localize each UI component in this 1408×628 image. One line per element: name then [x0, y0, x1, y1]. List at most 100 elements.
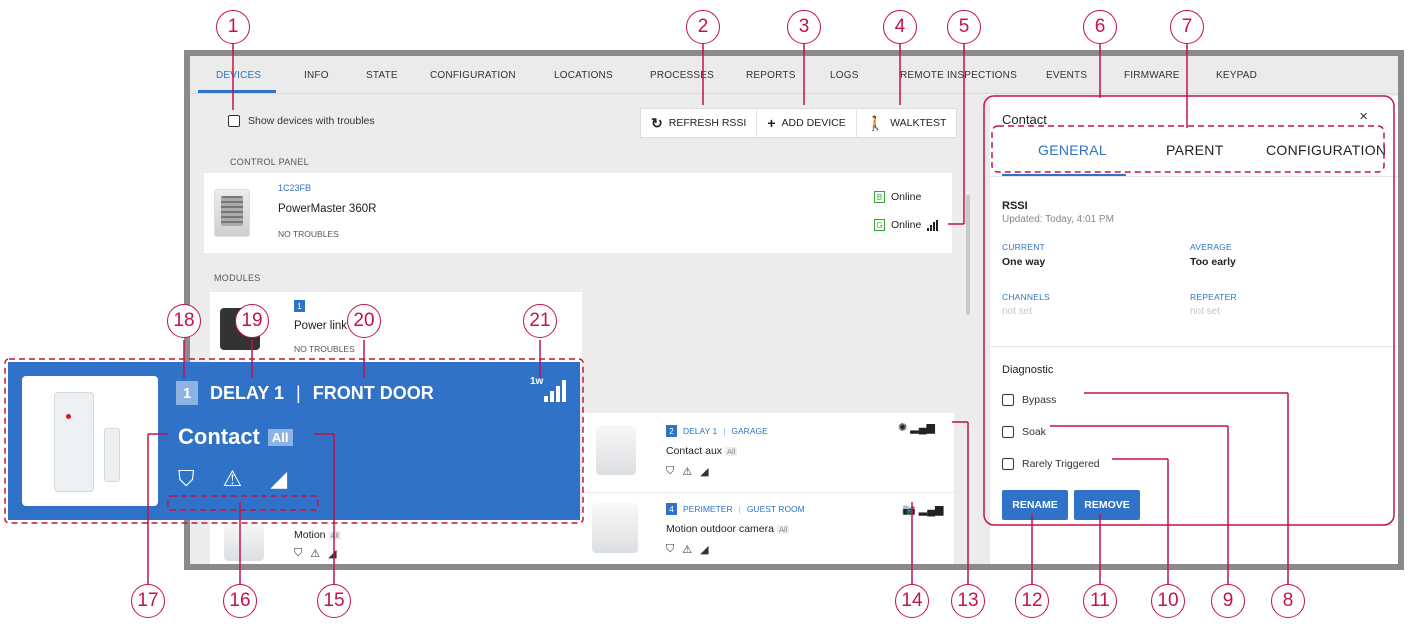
- current-label: CURRENT: [1002, 242, 1045, 252]
- panel-troubles: NO TROUBLES: [278, 229, 339, 239]
- control-panel-card[interactable]: 1C23FB PowerMaster 360R NO TROUBLES B On…: [204, 173, 952, 253]
- low-signal-icon: ◢: [328, 548, 337, 560]
- zone-zoom-callout: 1 DELAY 1 | FRONT DOOR Contact All ⛉ ⚠ ◢…: [8, 362, 580, 520]
- tab-locations[interactable]: LOCATIONS: [554, 70, 613, 81]
- tab-keypad[interactable]: KEYPAD: [1216, 70, 1257, 81]
- zone-card-motion-camera[interactable]: 4 PERIMETER | GUEST ROOM Motion outdoor c…: [582, 493, 954, 564]
- callout-20: 20: [347, 304, 381, 338]
- callout-17: 17: [131, 584, 165, 618]
- zone-status-icons: ⛉ ⚠ ◢: [666, 543, 709, 556]
- motion-camera-image: [592, 503, 638, 553]
- callout-19: 19: [235, 304, 269, 338]
- tab-events[interactable]: EVENTS: [1046, 70, 1087, 81]
- walktest-label: WALKTEST: [890, 117, 947, 129]
- zoom-zone-location: FRONT DOOR: [312, 382, 434, 403]
- callout-15: 15: [317, 584, 351, 618]
- module-name: Power link: [294, 320, 348, 332]
- current-value: One way: [1002, 256, 1046, 268]
- troubles-filter-label: Show devices with troubles: [248, 115, 375, 127]
- status-b-badge: B Online: [874, 191, 921, 203]
- warning-icon: ⚠: [682, 466, 693, 478]
- tab-firmware[interactable]: FIRMWARE: [1124, 70, 1180, 81]
- low-signal-icon: ◢: [700, 466, 709, 478]
- status-g-badge: G Online: [874, 219, 939, 231]
- module-troubles: NO TROUBLES: [294, 344, 355, 354]
- channels-value: not set: [1002, 306, 1033, 317]
- tab-parent[interactable]: PARENT: [1166, 142, 1224, 158]
- average-value: Too early: [1190, 256, 1236, 268]
- warning-icon: ⚠: [222, 466, 243, 491]
- tab-info[interactable]: INFO: [304, 70, 329, 81]
- tab-configuration[interactable]: CONFIGURATION: [430, 70, 516, 81]
- tab-config[interactable]: CONFIGURATION: [1266, 142, 1386, 158]
- add-device-button[interactable]: + ADD DEVICE: [757, 109, 857, 137]
- callout-9: 9: [1211, 584, 1245, 618]
- close-icon[interactable]: ×: [1359, 108, 1368, 125]
- zone-status-icons: ⛉ ⚠ ◢: [666, 465, 709, 478]
- device-detail-panel: Contact × GENERAL PARENT CONFIGURATION R…: [990, 96, 1398, 564]
- motion-image: [224, 521, 264, 561]
- rarely-triggered-checkbox[interactable]: Rarely Triggered: [1002, 458, 1100, 470]
- zone-name: Motion outdoor camera All: [666, 523, 790, 535]
- callout-6: 6: [1083, 10, 1117, 44]
- remove-button[interactable]: REMOVE: [1074, 490, 1140, 520]
- panel-id: 1C23FB: [278, 183, 312, 193]
- walktest-button[interactable]: 🚶 WALKTEST: [857, 109, 957, 137]
- troubles-checkbox[interactable]: [228, 115, 240, 127]
- siren-signal-icon: ✺ ▂▄▆: [898, 422, 935, 434]
- soak-checkbox[interactable]: Soak: [1002, 426, 1046, 438]
- modules-heading: MODULES: [214, 273, 261, 283]
- repeater-value: not set: [1190, 306, 1221, 317]
- tab-devices[interactable]: DEVICES: [216, 70, 261, 81]
- warning-icon: ⚠: [310, 548, 321, 560]
- callout-16: 16: [223, 584, 257, 618]
- tab-general[interactable]: GENERAL: [1038, 142, 1107, 158]
- walking-person-icon: 🚶: [866, 114, 885, 131]
- nav-tabs: DEVICES INFO STATE CONFIGURATION LOCATIO…: [190, 56, 1398, 94]
- zone-card-motion[interactable]: Motion All ⛉ ⚠ ◢: [210, 515, 582, 564]
- zoom-zone-number: 1: [176, 381, 198, 405]
- callout-3: 3: [787, 10, 821, 44]
- list-scrollbar[interactable]: [966, 195, 970, 315]
- one-way-signal-icon: 1w: [530, 376, 544, 387]
- tab-state[interactable]: STATE: [366, 70, 398, 81]
- callout-10: 10: [1151, 584, 1185, 618]
- plus-icon: +: [767, 115, 776, 131]
- refresh-icon: ↻: [651, 114, 663, 131]
- callout-13: 13: [951, 584, 985, 618]
- callout-7: 7: [1170, 10, 1204, 44]
- tab-reports[interactable]: REPORTS: [746, 70, 796, 81]
- device-toolbar: ↻ REFRESH RSSI + ADD DEVICE 🚶 WALKTEST: [640, 108, 958, 138]
- callout-8: 8: [1271, 584, 1305, 618]
- callout-1: 1: [216, 10, 250, 44]
- callout-18: 18: [167, 304, 201, 338]
- low-signal-icon: ◢: [270, 466, 288, 491]
- tamper-icon: ⛉: [666, 465, 675, 477]
- signal-icon: [927, 219, 939, 231]
- zoom-status-icons: ⛉ ⚠ ◢: [178, 466, 287, 492]
- diagnostic-heading: Diagnostic: [1002, 364, 1054, 376]
- callout-14: 14: [895, 584, 929, 618]
- channels-label: CHANNELS: [1002, 292, 1050, 302]
- zone-status-icons: ⛉ ⚠ ◢: [294, 547, 337, 560]
- tamper-icon: ⛉: [666, 543, 675, 555]
- callout-11: 11: [1083, 584, 1117, 618]
- zone-header: 4 PERIMETER | GUEST ROOM: [666, 503, 805, 515]
- tamper-icon: ⛉: [178, 466, 195, 491]
- rssi-updated: Updated: Today, 4:01 PM: [1002, 214, 1114, 225]
- average-label: AVERAGE: [1190, 242, 1232, 252]
- tab-remote-inspections[interactable]: REMOTE INSPECTIONS: [900, 70, 1017, 81]
- zoom-zone-name: Contact All: [178, 424, 293, 450]
- zone-card-contact-aux[interactable]: 2 DELAY 1 | GARAGE Contact aux All ⛉ ⚠ ◢ ✺ ▂…: [582, 413, 954, 493]
- module-number: 1: [294, 300, 305, 312]
- zoom-zone-type: DELAY 1: [210, 382, 285, 403]
- tab-processes[interactable]: PROCESSES: [650, 70, 714, 81]
- refresh-rssi-button[interactable]: ↻ REFRESH RSSI: [641, 109, 758, 137]
- rename-button[interactable]: RENAME: [1002, 490, 1068, 520]
- bypass-checkbox[interactable]: Bypass: [1002, 394, 1056, 406]
- tamper-icon: ⛉: [294, 547, 303, 559]
- callout-21: 21: [523, 304, 557, 338]
- active-tab-indicator: [198, 90, 276, 93]
- troubles-filter[interactable]: Show devices with troubles: [228, 115, 375, 127]
- tab-logs[interactable]: LOGS: [830, 70, 859, 81]
